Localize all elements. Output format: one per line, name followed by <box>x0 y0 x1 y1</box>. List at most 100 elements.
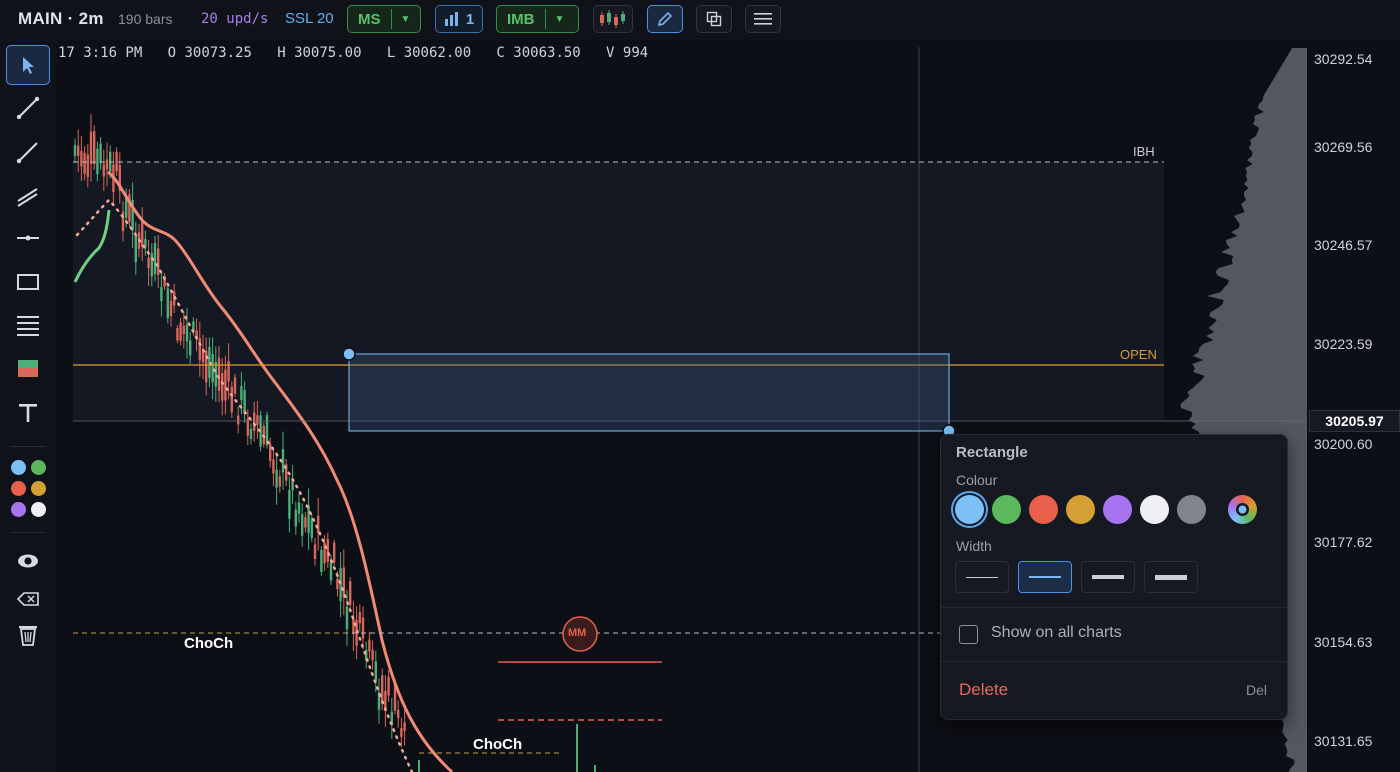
colour-option-purple[interactable] <box>1103 495 1132 524</box>
colour-option-blue[interactable] <box>955 495 984 524</box>
candle-body <box>339 568 342 602</box>
panel-title: Rectangle <box>956 444 1028 461</box>
eraser-tool[interactable] <box>6 579 50 619</box>
top-toolbar: MAIN · 2m 190 bars 20 upd/s SSL 20 MS ▼ … <box>0 0 1400 40</box>
bar-chart-icon <box>444 12 458 26</box>
candle-body <box>301 514 304 536</box>
colour-option-white[interactable] <box>1140 495 1169 524</box>
candle-body <box>201 351 205 363</box>
candle-body <box>345 606 349 630</box>
candle-body <box>176 328 179 341</box>
candle-body <box>166 288 169 319</box>
colour-option-gray[interactable] <box>1177 495 1206 524</box>
current-price-badge: 30205.97 <box>1309 410 1400 432</box>
candle-body <box>141 221 144 247</box>
color-wheel-icon <box>1236 503 1249 516</box>
candle-body <box>217 357 221 391</box>
cursor-tool[interactable] <box>6 45 50 85</box>
candle-body <box>381 675 384 704</box>
show-on-all-charts-checkbox[interactable] <box>959 625 978 644</box>
volume-value: 994 <box>622 45 649 61</box>
width-option-4[interactable] <box>1144 561 1198 593</box>
candle-body <box>240 386 243 401</box>
color-swatch-green[interactable] <box>31 460 46 475</box>
horizontal-line-tool[interactable] <box>6 218 50 258</box>
color-swatch-white[interactable] <box>31 502 46 517</box>
candle-body <box>387 676 390 696</box>
visibility-toggle[interactable] <box>6 541 50 581</box>
trash-icon <box>19 626 37 646</box>
bar-time: 17 3:16 PM <box>58 45 143 61</box>
price-tick: 30269.56 <box>1314 139 1373 155</box>
colour-option-red[interactable] <box>1029 495 1058 524</box>
candle-body <box>358 612 361 624</box>
candle-body <box>349 581 352 606</box>
width-option-3[interactable] <box>1081 561 1135 593</box>
delete-all-tool[interactable] <box>6 615 50 655</box>
candle-body <box>352 617 355 634</box>
fib-tool[interactable] <box>6 305 50 345</box>
candle-body <box>317 515 320 533</box>
colour-option-green[interactable] <box>992 495 1021 524</box>
candle-body <box>269 444 272 462</box>
horizontal-line-icon <box>17 235 39 241</box>
candle-body <box>198 338 201 361</box>
colour-option-gold[interactable] <box>1066 495 1095 524</box>
position-tool[interactable] <box>6 349 50 389</box>
imb-dropdown[interactable]: IMB ▼ <box>496 5 579 33</box>
color-swatch-purple[interactable] <box>11 502 26 517</box>
candle-body <box>182 325 185 335</box>
candle-body <box>189 340 192 356</box>
layers-button[interactable] <box>696 5 732 33</box>
candlestick-style-button[interactable] <box>593 5 633 33</box>
candle-body <box>230 386 233 413</box>
show-on-all-charts-label[interactable]: Show on all charts <box>991 624 1122 642</box>
candle-body <box>256 415 259 425</box>
hamburger-icon <box>754 13 772 25</box>
horizontal-lines-icon <box>17 316 39 336</box>
rectangle-tool[interactable] <box>6 262 50 302</box>
candle-body <box>342 567 345 598</box>
width-option-1[interactable] <box>955 561 1009 593</box>
chevron-down-icon: ▼ <box>400 13 411 25</box>
ray-tool[interactable] <box>6 132 50 172</box>
price-tick: 30154.63 <box>1314 634 1373 650</box>
cursor-arrow-icon <box>23 57 34 74</box>
color-swatch-blue[interactable] <box>11 460 26 475</box>
trend-line-icon <box>16 96 40 120</box>
close-value: 30063.50 <box>513 45 581 61</box>
trend-line-tool[interactable] <box>6 88 50 128</box>
candle-body <box>333 542 336 563</box>
delete-button[interactable]: Delete <box>959 680 1008 700</box>
color-swatch-red[interactable] <box>11 481 26 496</box>
bar-count: 190 bars <box>118 11 173 27</box>
price-tick: 30177.62 <box>1314 534 1373 550</box>
rectangle-icon <box>17 274 39 290</box>
candle-body <box>294 509 297 527</box>
choch-label: ChoCh <box>184 635 234 652</box>
candle-body <box>400 728 403 737</box>
rectangle-handle-top-left[interactable] <box>342 347 356 361</box>
delete-shortcut: Del <box>1245 682 1267 698</box>
ssl-indicator[interactable]: SSL 20 <box>285 10 334 27</box>
chart-count-button[interactable]: 1 <box>435 5 483 33</box>
price-axis[interactable]: 30292.54 30269.56 30246.57 30223.59 3020… <box>1307 40 1400 772</box>
channel-tool[interactable] <box>6 177 50 217</box>
width-label: Width <box>956 538 992 554</box>
candle-body <box>320 549 323 572</box>
menu-button[interactable] <box>745 5 781 33</box>
text-tool[interactable] <box>6 393 50 433</box>
chevron-down-icon: ▼ <box>554 13 565 25</box>
ms-dropdown[interactable]: MS ▼ <box>347 5 421 33</box>
width-option-2[interactable] <box>1018 561 1072 593</box>
color-swatch-gold[interactable] <box>31 481 46 496</box>
candle-body <box>205 350 208 383</box>
custom-colour-picker[interactable] <box>1228 495 1257 524</box>
candle-body <box>160 287 163 302</box>
candle-body <box>397 709 400 718</box>
candle-body <box>102 164 105 177</box>
draw-mode-button[interactable] <box>647 5 683 33</box>
candle-body <box>169 300 173 317</box>
selected-rectangle[interactable] <box>348 353 950 432</box>
candle-body <box>278 476 281 487</box>
